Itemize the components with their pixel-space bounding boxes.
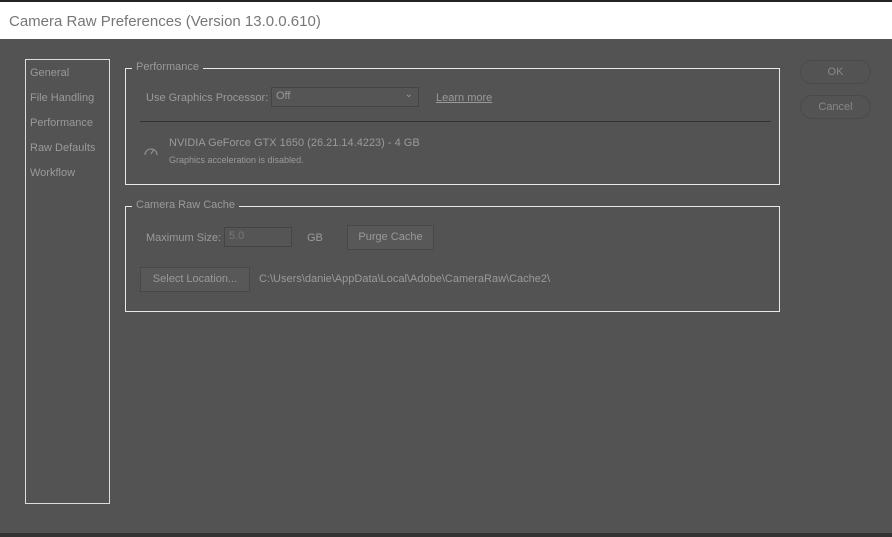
nav-item-raw-defaults[interactable]: Raw Defaults	[30, 142, 95, 154]
gpu-select-value: Off	[276, 90, 291, 102]
sidebar-nav: General File Handling Performance Raw De…	[25, 59, 110, 504]
nav-item-file-handling[interactable]: File Handling	[30, 92, 94, 104]
cache-group: Camera Raw Cache Maximum Size: 5.0 GB Pu…	[125, 199, 780, 312]
gpu-name: NVIDIA GeForce GTX 1650 (26.21.14.4223) …	[169, 137, 420, 149]
nav-item-general[interactable]: General	[30, 67, 69, 79]
performance-group: Performance Use Graphics Processor: Off …	[125, 61, 780, 185]
window-border-bottom	[0, 533, 892, 537]
nav-item-performance[interactable]: Performance	[30, 117, 93, 129]
select-location-button[interactable]: Select Location...	[140, 267, 250, 292]
gpu-status: Graphics acceleration is disabled.	[169, 155, 304, 165]
size-unit: GB	[307, 232, 323, 244]
title-bar: Camera Raw Preferences (Version 13.0.0.6…	[0, 2, 892, 39]
chevron-down-icon: ⌄	[404, 89, 413, 100]
nav-item-workflow[interactable]: Workflow	[30, 167, 75, 179]
max-size-input[interactable]: 5.0	[224, 227, 292, 247]
cache-legend: Camera Raw Cache	[132, 199, 240, 211]
gpu-select[interactable]: Off ⌄	[271, 87, 419, 107]
purge-cache-button[interactable]: Purge Cache	[347, 225, 434, 250]
gpu-label: Use Graphics Processor:	[146, 92, 269, 104]
learn-more-link[interactable]: Learn more	[436, 92, 492, 104]
max-size-label: Maximum Size:	[146, 232, 222, 244]
window-title: Camera Raw Preferences (Version 13.0.0.6…	[9, 13, 321, 30]
ok-button[interactable]: OK	[800, 60, 871, 84]
performance-legend: Performance	[132, 61, 203, 73]
cancel-button[interactable]: Cancel	[800, 95, 871, 119]
gauge-icon	[144, 148, 158, 156]
divider	[140, 121, 771, 122]
cache-path: C:\Users\danie\AppData\Local\Adobe\Camer…	[259, 273, 551, 285]
